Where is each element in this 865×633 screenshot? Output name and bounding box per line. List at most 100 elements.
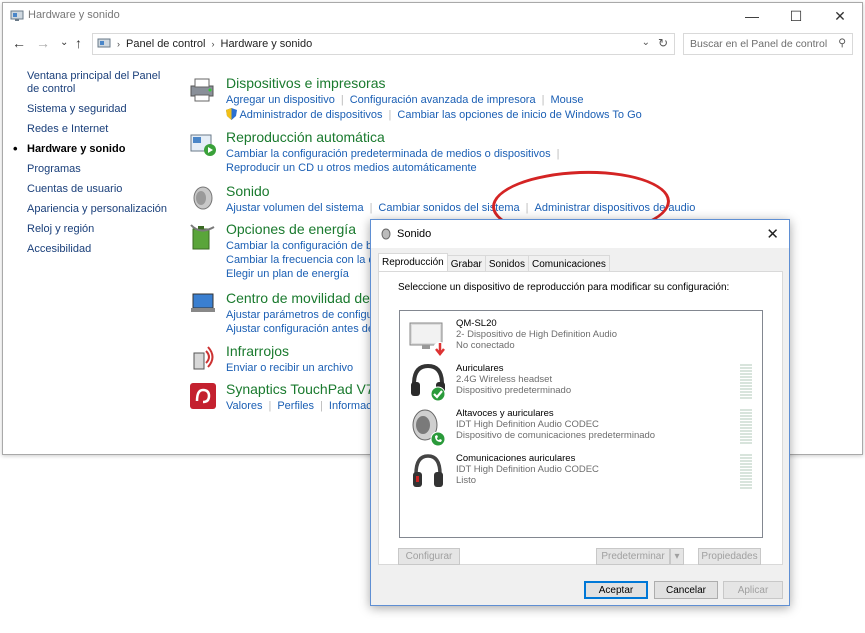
control-panel-icon [10,10,24,21]
refresh-icon[interactable]: ↻ [658,36,668,50]
tab-communications[interactable]: Comunicaciones [527,255,610,272]
nav-accessibility[interactable]: Accesibilidad [27,243,177,256]
set-default-button[interactable]: Predeterminar [596,548,670,565]
device-status: No conectado [456,340,515,351]
minimize-button[interactable]: — [730,3,774,29]
nav-user-accounts[interactable]: Cuentas de usuario [27,183,177,196]
autoplay-icon [190,134,216,156]
monitor-speaker-icon [409,322,447,357]
device-status: Dispositivo predeterminado [456,385,572,396]
headphones-icon [411,363,446,402]
nav-control-panel-home[interactable]: Ventana principal del Panel de control [27,70,167,96]
properties-button[interactable]: Propiedades [698,548,761,565]
speaker-icon [412,409,446,447]
breadcrumb-control-panel[interactable]: Panel de control [126,38,206,50]
back-button[interactable]: ← [12,35,26,51]
speaker-icon [381,228,391,240]
headphones-icon [413,454,443,487]
link-adjust-volume[interactable]: Ajustar volumen del sistema [226,202,364,214]
link-add-device[interactable]: Agregar un dispositivo [226,94,335,106]
category-title[interactable]: Opciones de energía [226,221,356,237]
link-touchpad-values[interactable]: Valores [226,400,262,412]
tab-sounds[interactable]: Sonidos [484,255,529,272]
nav-system-security[interactable]: Sistema y seguridad [27,103,177,116]
category-title[interactable]: Centro de movilidad de W [226,290,387,306]
control-panel-icon [97,38,111,48]
link-change-media-defaults[interactable]: Cambiar la configuración predeterminada … [226,148,551,160]
category-title[interactable]: Infrarrojos [226,343,289,359]
configure-button[interactable]: Configurar [398,548,460,565]
list-item[interactable]: Comunicaciones auriculares IDT High Defi… [408,452,758,494]
address-box[interactable]: › Panel de control › Hardware y sonido ⌄… [92,33,675,55]
link-choose-power-plan[interactable]: Elegir un plan de energía [226,268,349,280]
device-name: QM-SL20 [456,318,497,329]
apply-button[interactable]: Aplicar [723,581,783,599]
device-description: IDT High Definition Audio CODEC [456,464,599,475]
device-name: Altavoces y auriculares [456,408,554,419]
device-name: Comunicaciones auriculares [456,453,576,464]
link-mouse[interactable]: Mouse [550,94,583,106]
link-adjust-mobility[interactable]: Ajustar parámetros de configurac [226,309,388,321]
search-placeholder: Buscar en el Panel de control [690,38,828,50]
breadcrumb-separator: › [211,39,215,49]
shield-icon [226,108,237,120]
up-button[interactable]: ↑ [75,35,82,51]
maximize-button[interactable]: ☐ [774,3,818,29]
link-windows-to-go[interactable]: Cambiar las opciones de inicio de Window… [397,109,641,121]
category-title[interactable]: Synaptics TouchPad V7.5 [226,381,385,397]
link-touchpad-profiles[interactable]: Perfiles [277,400,314,412]
cancel-button[interactable]: Cancelar [654,581,718,599]
device-description: 2.4G Wireless headset [456,374,553,385]
battery-icon [190,224,215,250]
recent-locations-button[interactable]: ⌄ [60,37,68,48]
mobility-center-icon [191,293,215,312]
printer-icon [190,78,214,102]
tab-recording[interactable]: Grabar [446,255,486,272]
dialog-title-bar: Sonido ✕ [371,220,789,248]
infrared-icon [193,346,214,370]
volume-meter [740,409,752,445]
link-device-manager[interactable]: Administrador de dispositivos [239,109,382,121]
left-navigation: Ventana principal del Panel de control S… [13,70,177,263]
link-send-receive-file[interactable]: Enviar o recibir un archivo [226,362,353,374]
link-advanced-printer[interactable]: Configuración avanzada de impresora [350,94,536,106]
breadcrumb-separator: › [117,39,120,49]
playback-panel: Seleccione un dispositivo de reproducció… [378,271,783,565]
link-battery-settings[interactable]: Cambiar la configuración de bate [226,240,387,252]
device-status: Listo [456,475,477,486]
chevron-down-icon[interactable]: ▾ [670,548,684,565]
category-title[interactable]: Sonido [226,183,270,199]
speaker-icon [193,186,213,210]
nav-appearance[interactable]: Apariencia y personalización [27,203,177,216]
synaptics-icon [190,383,216,409]
window-title: Hardware y sonido [28,9,120,21]
close-button[interactable]: ✕ [818,3,862,29]
link-play-cd[interactable]: Reproducir un CD u otros medios automáti… [226,162,477,174]
category-title[interactable]: Dispositivos e impresoras [226,75,386,91]
search-input[interactable]: Buscar en el Panel de control ⚲ [683,33,853,55]
category-title[interactable]: Reproducción automática [226,129,385,145]
volume-meter [740,454,752,490]
tab-playback[interactable]: Reproducción [378,253,448,272]
device-description: IDT High Definition Audio CODEC [456,419,599,430]
forward-button[interactable]: → [36,35,50,51]
nav-programs[interactable]: Programas [27,163,177,176]
nav-network-internet[interactable]: Redes e Internet [27,123,177,136]
volume-meter [740,364,752,400]
title-bar: Hardware y sonido — ☐ ✕ [3,3,862,29]
instruction-text: Seleccione un dispositivo de reproducció… [398,282,730,293]
list-item[interactable]: Altavoces y auriculares IDT High Definit… [408,407,758,449]
nav-hardware-sound[interactable]: Hardware y sonido [13,142,177,156]
chevron-down-icon[interactable]: ⌄ [642,37,650,48]
link-change-frequency[interactable]: Cambiar la frecuencia con la que [226,254,387,266]
list-item[interactable]: QM-SL20 2- Dispositivo de High Definitio… [408,317,758,359]
dialog-close-button[interactable]: ✕ [766,225,779,243]
nav-clock-region[interactable]: Reloj y región [27,223,177,236]
sound-dialog: Sonido ✕ Reproducción Grabar Sonidos Com… [370,219,790,606]
breadcrumb-hardware-sound[interactable]: Hardware y sonido [221,38,313,50]
list-item[interactable]: Auriculares 2.4G Wireless headset Dispos… [408,362,758,404]
link-adjust-before-present[interactable]: Ajustar configuración antes de re [226,323,387,335]
address-bar-row: ← → ⌄ ↑ › Panel de control › Hardware y … [3,31,862,57]
ok-button[interactable]: Aceptar [584,581,648,599]
search-icon: ⚲ [838,37,846,49]
